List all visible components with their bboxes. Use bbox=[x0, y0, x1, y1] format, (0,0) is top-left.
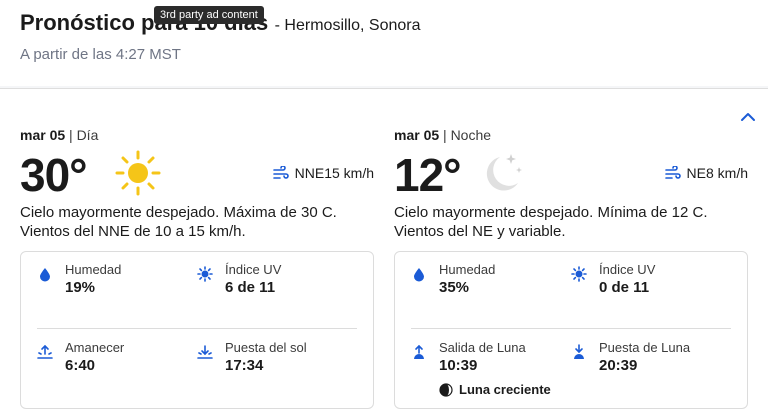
day-humidity: Humedad 19% bbox=[37, 262, 187, 302]
moonset-icon bbox=[574, 344, 584, 359]
as-of-timestamp: A partir de las 4:27 MST bbox=[20, 46, 181, 63]
location-label: - Hermosillo, Sonora bbox=[274, 17, 421, 34]
day-narrative: Cielo mayormente despejado. Máxima de 30… bbox=[20, 204, 337, 240]
day-sunrise: Amanecer 6:40 bbox=[37, 340, 187, 380]
day-uv: Índice UV 6 de 11 bbox=[197, 262, 347, 302]
details-divider bbox=[37, 328, 357, 329]
details-divider bbox=[411, 328, 731, 329]
night-wind: NE8 km/h bbox=[664, 165, 748, 181]
uv-index-icon bbox=[197, 266, 213, 282]
day-period: mar 05 | Día bbox=[20, 127, 98, 143]
day-sunrise-label: Amanecer bbox=[65, 340, 125, 355]
day-details-box: Humedad 19% Índice UV 6 de 11 Amanecer 6… bbox=[20, 251, 374, 409]
day-sunset-value: 17:34 bbox=[225, 357, 264, 374]
night-moonrise-label: Salida de Luna bbox=[439, 340, 526, 355]
night-narrative: Cielo mayormente despejado. Mínima de 12… bbox=[394, 204, 708, 240]
day-period-label: | Día bbox=[69, 127, 99, 143]
night-humidity-value: 35% bbox=[439, 279, 470, 296]
night-uv: Índice UV 0 de 11 bbox=[571, 262, 721, 302]
night-period: mar 05 | Noche bbox=[394, 127, 491, 143]
sunset-icon bbox=[197, 345, 213, 359]
night-moonrise: Salida de Luna 10:39 bbox=[411, 340, 561, 380]
night-temperature: 12° bbox=[394, 149, 462, 201]
daypart-card: mar 05 | Día 30° NNE15 km/h Cielo mayorm… bbox=[0, 88, 768, 420]
moon-phase: Luna creciente bbox=[439, 382, 551, 397]
night-moonset-label: Puesta de Luna bbox=[599, 340, 691, 355]
night-moonset-value: 20:39 bbox=[599, 357, 638, 374]
humidity-icon bbox=[40, 268, 50, 282]
day-humidity-label: Humedad bbox=[65, 262, 122, 277]
wind-icon bbox=[664, 166, 681, 179]
night-moonset: Puesta de Luna 20:39 bbox=[571, 340, 721, 380]
day-sunset-label: Puesta del sol bbox=[225, 340, 307, 355]
moon-phase-label: Luna creciente bbox=[459, 382, 551, 397]
uv-index-icon bbox=[571, 266, 587, 282]
night-date: mar 05 bbox=[394, 127, 440, 143]
sun-icon bbox=[115, 150, 161, 196]
ad-tooltip: 3rd party ad content bbox=[154, 6, 264, 24]
night-humidity: Humedad 35% bbox=[411, 262, 561, 302]
day-sunrise-value: 6:40 bbox=[65, 357, 96, 374]
night-moonrise-value: 10:39 bbox=[439, 357, 478, 374]
day-uv-label: Índice UV bbox=[225, 262, 282, 277]
day-sunset: Puesta del sol 17:34 bbox=[197, 340, 347, 380]
night-panel: mar 05 | Noche 12° NE8 km/h Cielo mayorm… bbox=[394, 89, 748, 420]
moon-stars-icon bbox=[486, 154, 522, 191]
day-humidity-value: 19% bbox=[65, 279, 96, 296]
day-wind-value: NNE15 km/h bbox=[294, 165, 374, 181]
night-wind-value: NE8 km/h bbox=[686, 165, 748, 181]
night-uv-label: Índice UV bbox=[599, 262, 656, 277]
wind-icon bbox=[272, 166, 289, 179]
day-date: mar 05 bbox=[20, 127, 66, 143]
day-temperature: 30° bbox=[20, 149, 88, 201]
forecast-header: Pronóstico para 10 días - Hermosillo, So… bbox=[20, 6, 760, 68]
day-panel: mar 05 | Día 30° NNE15 km/h Cielo mayorm… bbox=[20, 89, 374, 420]
moon-phase-icon bbox=[439, 382, 453, 397]
moonrise-icon bbox=[414, 344, 424, 359]
sunrise-icon bbox=[37, 344, 53, 359]
night-uv-value: 0 de 11 bbox=[599, 279, 650, 296]
night-details-box: Humedad 35% Índice UV 0 de 11 Salida de … bbox=[394, 251, 748, 409]
night-humidity-label: Humedad bbox=[439, 262, 496, 277]
day-wind: NNE15 km/h bbox=[272, 165, 374, 181]
day-uv-value: 6 de 11 bbox=[225, 279, 276, 296]
night-period-label: | Noche bbox=[443, 127, 492, 143]
humidity-icon bbox=[414, 268, 424, 282]
